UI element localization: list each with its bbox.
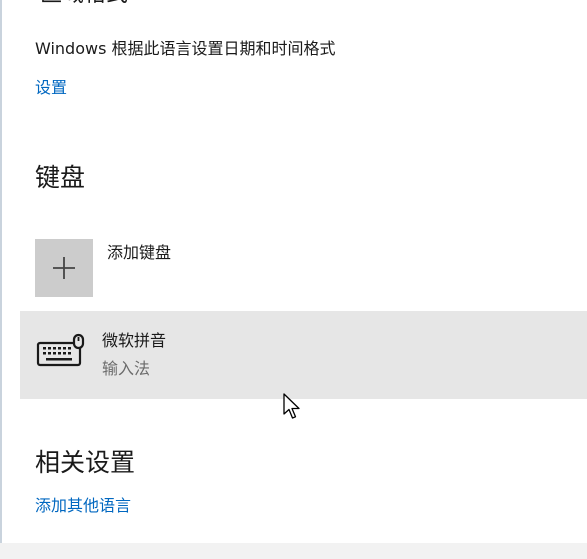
plus-icon [53,257,75,279]
add-keyboard-label: 添加键盘 [107,243,172,262]
add-keyboard-button[interactable]: 添加键盘 [35,239,587,297]
add-other-language-link[interactable]: 添加其他语言 [35,495,131,517]
bottom-strip [0,543,587,559]
keyboard-item-microsoft-pinyin[interactable]: 微软拼音 输入法 [20,311,587,399]
ime-type: 输入法 [102,359,151,378]
ime-name: 微软拼音 [102,331,167,350]
mouse-pointer-icon [283,393,300,419]
settings-link[interactable]: 设置 [35,77,67,99]
keyboard-icon [36,333,85,367]
window-left-border [0,0,2,559]
language-settings-page: 区域格式 Windows 根据此语言设置日期和时间格式 设置 键盘 添加键盘 [0,0,587,559]
keyboard-section-title: 键盘 [35,163,86,192]
region-format-heading: 区域格式 [40,0,128,8]
date-time-format-description: Windows 根据此语言设置日期和时间格式 [35,39,336,58]
related-settings-title: 相关设置 [35,448,136,477]
plus-tile[interactable] [35,239,93,297]
